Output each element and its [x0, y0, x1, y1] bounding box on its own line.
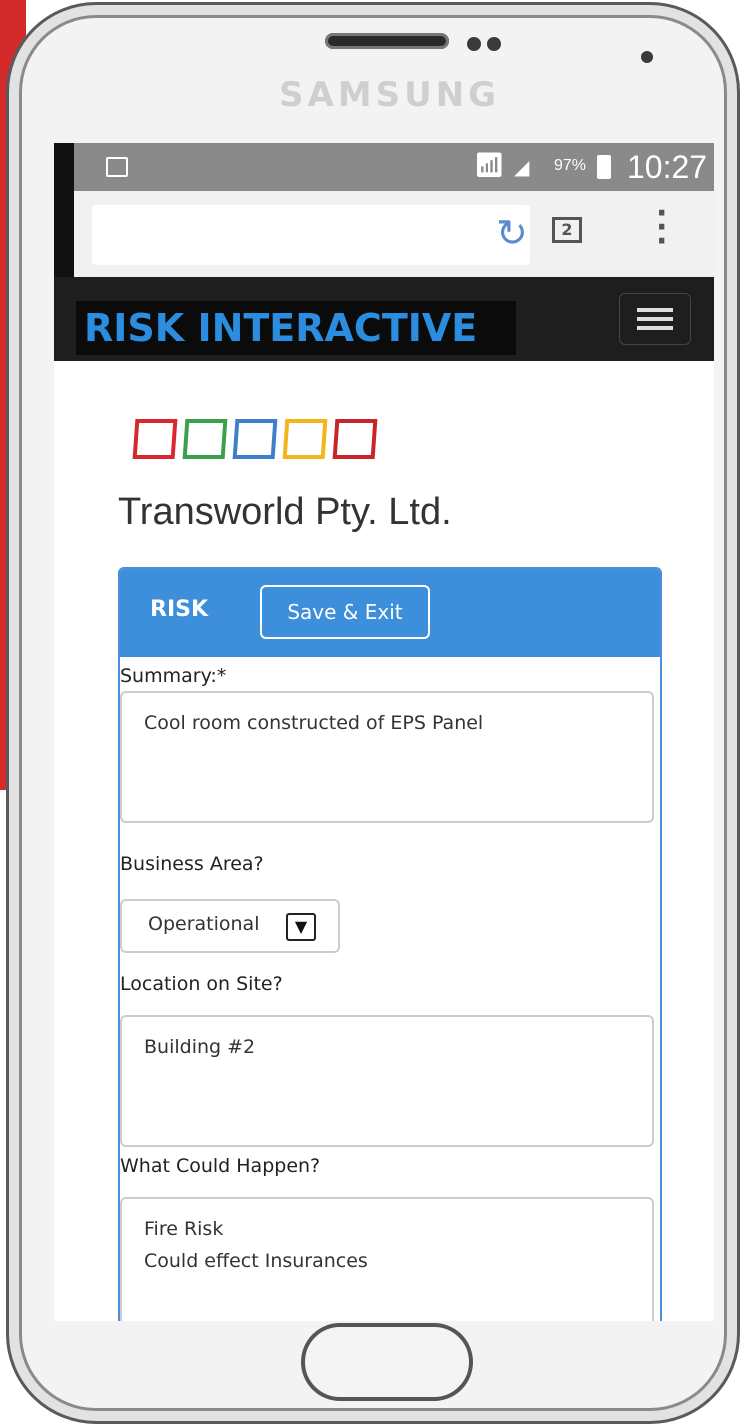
chevron-down-icon: ▼ — [286, 913, 316, 941]
front-camera — [641, 51, 653, 63]
sensor-dot — [467, 37, 481, 51]
reload-icon[interactable]: ↻ — [496, 211, 528, 255]
site-logo[interactable]: RISK INTERACTIVE — [76, 301, 516, 355]
phone-screen: 📶︎ ◢ 97% 10:27 ↻ 2 · · · RISK INTERACTIVE — [54, 143, 714, 1321]
browser-toolbar: ↻ 2 · · · — [74, 191, 714, 277]
logo-square — [182, 419, 228, 459]
what-could-happen-label: What Could Happen? — [120, 1155, 321, 1177]
location-label: Location on Site? — [120, 973, 283, 995]
page-content: Transworld Pty. Ltd. RISK Save & Exit Su… — [54, 361, 714, 1321]
wifi-icon: 📶︎ — [474, 152, 505, 179]
business-area-value: Operational — [148, 913, 260, 935]
device-brand: SAMSUNG — [279, 75, 501, 115]
business-area-select[interactable]: Operational ▼ — [120, 899, 340, 953]
card-title: RISK — [150, 597, 209, 622]
card-header: RISK Save & Exit — [120, 569, 660, 657]
risk-card: RISK Save & Exit Summary:* Cool room con… — [118, 567, 662, 1321]
browser-menu-icon[interactable]: · · · — [656, 199, 667, 257]
what-could-happen-textarea[interactable]: Fire Risk Could effect Insurances — [120, 1197, 654, 1321]
company-name: Transworld Pty. Ltd. — [118, 491, 452, 533]
home-button[interactable] — [301, 1323, 473, 1401]
status-bar: 📶︎ ◢ 97% 10:27 — [74, 143, 714, 191]
site-navbar: RISK INTERACTIVE — [54, 277, 714, 361]
company-logo — [132, 419, 384, 463]
url-input[interactable]: ↻ — [92, 205, 530, 265]
hamburger-icon[interactable] — [619, 293, 691, 345]
earpiece-speaker — [325, 33, 449, 49]
logo-square — [282, 419, 328, 459]
logo-square — [332, 419, 378, 459]
phone-frame: SAMSUNG 📶︎ ◢ 97% 10:27 ↻ 2 · · · RISK INTE… — [6, 2, 740, 1424]
business-area-label: Business Area? — [120, 853, 264, 875]
sensor-dot — [487, 37, 501, 51]
logo-square — [132, 419, 178, 459]
battery-icon — [597, 155, 611, 179]
summary-label: Summary:* — [120, 665, 227, 687]
image-notification-icon — [106, 157, 128, 177]
location-textarea[interactable]: Building #2 — [120, 1015, 654, 1147]
save-exit-button[interactable]: Save & Exit — [260, 585, 430, 639]
battery-percent: 97% — [554, 157, 587, 174]
signal-icon: ◢ — [514, 157, 530, 179]
logo-square — [232, 419, 278, 459]
tab-switcher-icon[interactable]: 2 — [552, 217, 582, 243]
summary-textarea[interactable]: Cool room constructed of EPS Panel — [120, 691, 654, 823]
clock: 10:27 — [627, 149, 708, 185]
